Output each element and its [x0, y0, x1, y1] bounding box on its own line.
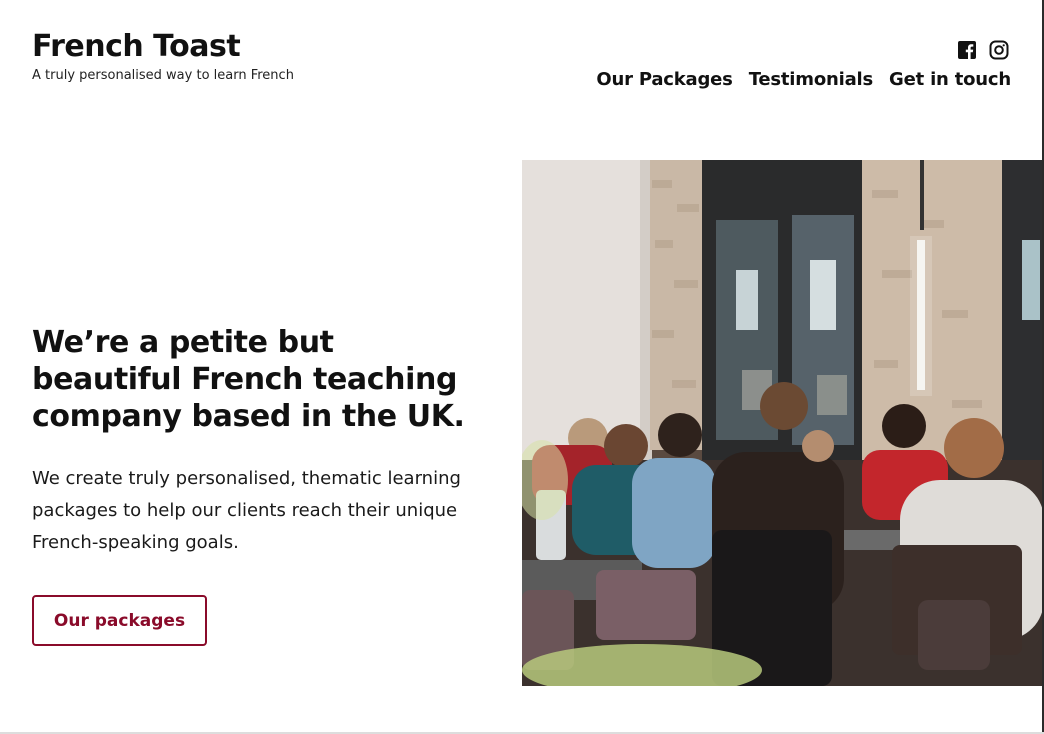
- nav-our-packages[interactable]: Our Packages: [596, 68, 733, 92]
- hero-text: We’re a petite but beautiful French teac…: [32, 324, 492, 559]
- instagram-icon[interactable]: [989, 40, 1009, 60]
- social-links: [957, 40, 1009, 60]
- site-title[interactable]: French Toast: [32, 28, 294, 66]
- hero-description: We create truly personalised, thematic l…: [32, 468, 461, 553]
- hero-photo: [522, 160, 1044, 686]
- brand[interactable]: French Toast A truly personalised way to…: [32, 28, 294, 85]
- restaurant-group-photo: [522, 160, 1044, 686]
- main-nav: Our Packages Testimonials Get in touch: [596, 68, 1011, 92]
- site-header: French Toast A truly personalised way to…: [0, 0, 1044, 130]
- site-tagline: A truly personalised way to learn French: [32, 68, 294, 83]
- nav-testimonials[interactable]: Testimonials: [749, 68, 874, 92]
- our-packages-button[interactable]: Our packages: [32, 595, 207, 646]
- nav-get-in-touch[interactable]: Get in touch: [889, 68, 1011, 92]
- hero-heading: We’re a petite but beautiful French teac…: [32, 325, 465, 434]
- facebook-icon[interactable]: [957, 40, 977, 60]
